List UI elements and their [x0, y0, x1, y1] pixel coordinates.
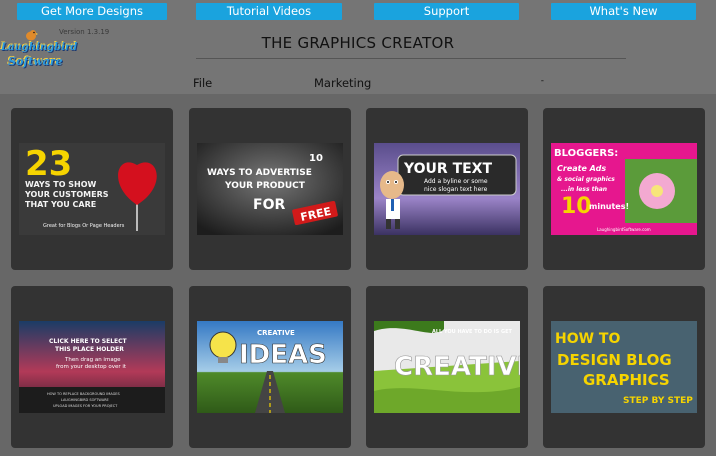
template-number: 10	[309, 153, 323, 164]
template-line: & social graphics	[557, 176, 615, 183]
template-for-text: FOR	[253, 197, 285, 213]
template-line: ...in less than	[561, 186, 607, 193]
file-menu[interactable]: File	[193, 76, 212, 90]
template-card[interactable]: 23 WAYS TO SHOW YOUR CUSTOMERS THAT YOU …	[11, 108, 173, 270]
version-label: Version 1.3.19	[59, 28, 110, 36]
template-thumbnail: CREATIVE IDEAS	[197, 321, 343, 413]
template-card[interactable]: ALL YOU HAVE TO DO IS GET CREATIVE	[366, 286, 528, 448]
template-card[interactable]: HOW TO DESIGN BLOG GRAPHICS STEP BY STEP	[543, 286, 705, 448]
support-button[interactable]: Support	[374, 3, 519, 20]
category-dropdown[interactable]: Marketing -	[314, 76, 544, 90]
template-small-text: CREATIVE	[257, 329, 295, 337]
template-footer: LaughingbirdSoftware.com	[597, 227, 651, 232]
template-big-number: 23	[25, 144, 72, 184]
template-line: Add a byline or some	[424, 178, 488, 185]
template-card[interactable]: BLOGGERS: Create Ads & social graphics .…	[543, 108, 705, 270]
whats-new-button[interactable]: What's New	[551, 3, 696, 20]
template-thumbnail: YOUR TEXT Add a byline or some nice slog…	[374, 143, 520, 235]
template-line: STEP BY STEP	[623, 396, 693, 406]
template-line: Then drag an image	[64, 357, 121, 363]
logo-text-line2: Software	[8, 55, 63, 68]
template-footer: HOW TO REPLACE BACKGROUND IMAGES	[47, 392, 121, 396]
app-title: THE GRAPHICS CREATOR	[261, 34, 455, 52]
template-line: WAYS TO SHOW	[25, 180, 97, 189]
template-thumbnail: ALL YOU HAVE TO DO IS GET CREATIVE	[374, 321, 520, 413]
template-card[interactable]: CREATIVE IDEAS	[189, 286, 351, 448]
template-line: GRAPHICS	[583, 371, 670, 389]
template-card[interactable]: CLICK HERE TO SELECT THIS PLACE HOLDER T…	[11, 286, 173, 448]
template-grid: 23 WAYS TO SHOW YOUR CUSTOMERS THAT YOU …	[0, 94, 716, 456]
top-nav: Get More Designs Tutorial Videos Support…	[0, 0, 716, 24]
template-line: THAT YOU CARE	[25, 200, 96, 209]
tutorial-videos-button[interactable]: Tutorial Videos	[196, 3, 342, 20]
template-line: Create Ads	[557, 164, 606, 173]
template-footer: LAUGHINGBIRD SOFTWARE	[61, 398, 109, 402]
dropdown-arrow-icon: -	[540, 76, 544, 86]
template-thumbnail: 10 WAYS TO ADVERTISE YOUR PRODUCT FOR FR…	[197, 143, 343, 235]
template-unit: minutes!	[589, 202, 629, 211]
template-card[interactable]: 10 WAYS TO ADVERTISE YOUR PRODUCT FOR FR…	[189, 108, 351, 270]
template-line: HOW TO	[555, 331, 620, 347]
template-card[interactable]: YOUR TEXT Add a byline or some nice slog…	[366, 108, 528, 270]
template-footer: UPLOAD IMAGES FOR YOUR PROJECT	[53, 404, 118, 408]
title-divider	[196, 58, 626, 59]
template-big-text: CREATIVE	[394, 352, 520, 382]
template-thumbnail: BLOGGERS: Create Ads & social graphics .…	[551, 143, 697, 235]
template-line: YOUR PRODUCT	[224, 181, 306, 191]
template-thumbnail: HOW TO DESIGN BLOG GRAPHICS STEP BY STEP	[551, 321, 697, 413]
template-thumbnail: CLICK HERE TO SELECT THIS PLACE HOLDER T…	[19, 321, 165, 413]
template-line: CLICK HERE TO SELECT	[49, 338, 128, 345]
bird-icon	[26, 30, 38, 41]
get-more-designs-button[interactable]: Get More Designs	[17, 3, 167, 20]
category-dropdown-value: Marketing	[314, 76, 372, 90]
template-line: YOUR CUSTOMERS	[24, 190, 109, 199]
logo-text-line1: Laughingbird	[1, 42, 78, 53]
template-line: from your desktop over it	[56, 364, 127, 370]
template-big-text: IDEAS	[239, 340, 327, 370]
template-headline: YOUR TEXT	[403, 161, 492, 177]
template-line: nice slogan text here	[424, 186, 488, 193]
template-subtitle: Great for Blogs Or Page Headers	[43, 223, 125, 229]
template-line: DESIGN BLOG	[557, 351, 672, 369]
template-small-text: ALL YOU HAVE TO DO IS GET	[432, 329, 512, 335]
template-big-number: 10	[561, 194, 592, 219]
template-line: THIS PLACE HOLDER	[55, 346, 124, 353]
template-thumbnail: 23 WAYS TO SHOW YOUR CUSTOMERS THAT YOU …	[19, 143, 165, 235]
template-line: WAYS TO ADVERTISE	[207, 168, 312, 178]
template-brand: BLOGGERS:	[554, 148, 618, 159]
laughingbird-logo: Laughingbird Software	[0, 28, 77, 78]
